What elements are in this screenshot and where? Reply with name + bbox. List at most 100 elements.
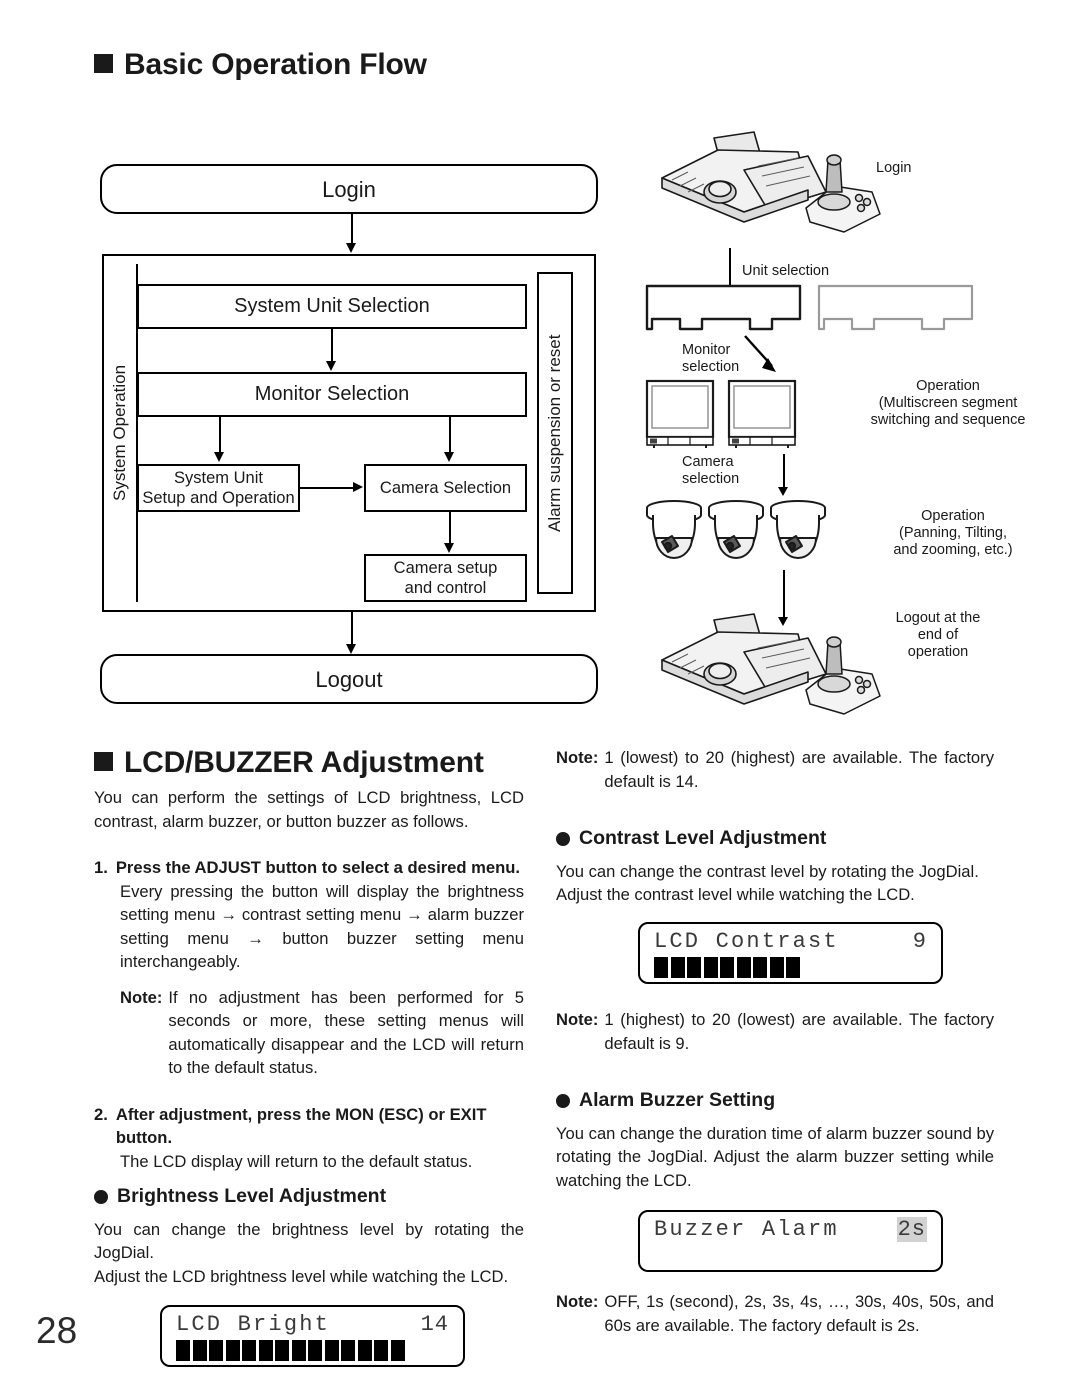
lcd-bar-segment: [275, 1340, 289, 1361]
operation-flow-diagram: Login System Operation Alarm suspension …: [100, 164, 605, 704]
lcd-level-bar-contrast: [640, 954, 941, 978]
lcd-level-bar-buzzer: [640, 1242, 941, 1245]
brightness-body-1: You can change the brightness level by r…: [94, 1219, 524, 1263]
page-number: 28: [36, 1310, 78, 1351]
lcd-bar-segment: [720, 957, 734, 978]
lcd-bar-segment: [654, 957, 668, 978]
system-controller-illustration: [661, 131, 881, 233]
step-2: 2. After adjustment, press the MON (ESC)…: [94, 1103, 524, 1150]
system-unit-illustration-secondary: [817, 284, 974, 331]
note-body: 1 (lowest) to 20 (highest) are available…: [604, 748, 994, 791]
heading-text: LCD/BUZZER Adjustment: [124, 746, 484, 779]
flow-node-monitor-selection: Monitor Selection: [137, 372, 527, 417]
bullet-dot-icon: [556, 831, 570, 846]
lcd-bar-segment: [736, 957, 751, 978]
manual-page: 28 Basic Operation Flow Login System Ope…: [0, 0, 1080, 1399]
brightness-section: Brightness Level Adjustment You can chan…: [94, 1185, 524, 1288]
lcd-bar-segment: [242, 1340, 256, 1361]
lcd-bar-segment: [341, 1340, 355, 1361]
lcd-bar-segment: [308, 1340, 322, 1361]
lcd-value-brightness: 14: [420, 1312, 449, 1337]
lcd-value-contrast: 9: [912, 929, 927, 954]
lcd-bar-segment: [209, 1340, 223, 1361]
lcd-bar-segment: [753, 957, 767, 978]
step-1-title: Press the ADJUST button to select a desi…: [115, 858, 521, 877]
lcd-label-brightness: LCD Bright: [176, 1312, 331, 1337]
flow-node-camera-selection: Camera Selection: [364, 464, 527, 512]
contrast-body-1: You can change the contrast level by rot…: [556, 861, 979, 881]
section-heading-basic-operation-flow: Basic Operation Flow: [94, 48, 427, 82]
lcd-display-buzzer: Buzzer Alarm 2s: [638, 1210, 943, 1272]
bullet-dot-icon: [556, 1093, 570, 1108]
lcd-level-bar-brightness: [162, 1337, 463, 1361]
lcd-bar-segment: [786, 957, 800, 978]
heading-text: Contrast Level Adjustment: [579, 827, 827, 849]
bullet-square-icon: [94, 54, 113, 73]
lcd-bar-segment: [258, 1340, 273, 1361]
lcd-bar-segment: [687, 957, 701, 978]
flow-arrow-login-to-system: [346, 214, 358, 254]
note-brightness-range: Note: 1 (lowest) to 20 (highest) are ava…: [556, 746, 994, 793]
lcd-bar-segment: [703, 957, 718, 978]
flow-node-login: Login: [100, 164, 598, 214]
step-1: 1. Press the ADJUST button to select a d…: [94, 856, 524, 880]
lcd-bar-segment: [324, 1340, 339, 1361]
illustration-label-unit-selection: Unit selection: [742, 263, 830, 279]
illustration-label-camera-selection: Camera selection: [682, 454, 740, 487]
note-body: OFF, 1s (second), 2s, 3s, 4s, …, 30s, 40…: [604, 1292, 994, 1335]
flow-arrow-setup-to-camera-selection: [300, 482, 364, 494]
illustration-label-login: Login: [876, 160, 912, 176]
heading-text: Alarm Buzzer Setting: [579, 1089, 776, 1111]
step-1-body: Every pressing the button will display t…: [120, 881, 524, 972]
flow-node-alarm-suspension: Alarm suspension or reset: [537, 272, 573, 594]
note-auto-dismiss: Note: If no adjustment has been performe…: [94, 986, 524, 1080]
flow-arrow-unit-to-monitor: [326, 329, 338, 373]
flow-node-system-unit-selection: System Unit Selection: [137, 284, 527, 329]
dome-camera-illustration-group: [646, 500, 826, 559]
flow-label-system-operation: System Operation: [110, 364, 129, 502]
monitor-illustration-2: [727, 379, 797, 448]
flow-arrow-camera-selection-to-setup: [444, 512, 456, 556]
lcd-bar-segment: [357, 1340, 372, 1361]
subsection-heading-brightness: Brightness Level Adjustment: [94, 1185, 524, 1209]
note-label: Note:: [120, 987, 163, 1007]
subsection-heading-contrast: Contrast Level Adjustment: [556, 827, 994, 851]
monitor-illustration-1: [645, 379, 715, 448]
illustration-label-logout: Logout at the end of operation: [895, 610, 981, 660]
flow-node-system-unit-setup-and-operation: System Unit Setup and Operation: [137, 464, 300, 512]
lcd-bar-segment: [192, 1340, 207, 1361]
flow-arrow-monitor-to-camera-selection: [444, 417, 456, 465]
illustration-label-operation-multiscreen: Operation (Multiscreen segment switching…: [870, 378, 1026, 428]
note-alarm-options: Note: OFF, 1s (second), 2s, 3s, 4s, …, 3…: [556, 1290, 994, 1337]
note-label: Note:: [556, 1010, 599, 1029]
lcd-bar-segment: [291, 1340, 306, 1361]
flow-arrow-monitor-to-unit-setup: [214, 417, 226, 465]
section-heading-lcd-buzzer-adjustment: LCD/BUZZER Adjustment: [94, 746, 484, 780]
lcd-bar-segment: [390, 1340, 405, 1361]
brightness-body-2: Adjust the LCD brightness level while wa…: [94, 1266, 509, 1286]
subsection-heading-alarm-buzzer: Alarm Buzzer Setting: [556, 1089, 994, 1113]
note-body: If no adjustment has been performed for …: [168, 987, 524, 1078]
bullet-dot-icon: [94, 1189, 108, 1204]
note-label: Note:: [556, 748, 599, 767]
alarm-buzzer-body: You can change the duration time of alar…: [556, 1123, 994, 1190]
lcd-intro-paragraph: You can perform the settings of LCD brig…: [94, 788, 524, 831]
equipment-illustration: Login Unit selection Monitor selection O…: [630, 120, 1050, 730]
heading-text: Basic Operation Flow: [124, 48, 427, 81]
flow-node-camera-setup-and-control: Camera setup and control: [364, 554, 527, 602]
flow-node-logout: Logout: [100, 654, 598, 704]
illustration-label-operation-ptz: Operation (Panning, Tilting, and zooming…: [893, 508, 1013, 558]
lcd-label-contrast: LCD Contrast: [654, 929, 839, 954]
lcd-bar-segment: [374, 1340, 388, 1361]
step-2-body: The LCD display will return to the defau…: [120, 1151, 473, 1171]
alarm-buzzer-section: Note: 1 (highest) to 20 (lowest) are ava…: [556, 1008, 994, 1192]
lcd-label-buzzer: Buzzer Alarm: [654, 1217, 839, 1242]
bullet-square-icon: [94, 752, 113, 771]
illustration-arrow-monitor-selection: [744, 335, 776, 372]
contrast-body-2: Adjust the contrast level while watching…: [556, 885, 915, 904]
heading-text: Brightness Level Adjustment: [117, 1185, 387, 1207]
system-unit-illustration-primary: [645, 284, 802, 331]
step-1-number: 1.: [94, 858, 108, 877]
step-2-title: After adjustment, press the MON (ESC) or…: [115, 1104, 487, 1148]
note-body: 1 (highest) to 20 (lowest) are available…: [604, 1010, 994, 1053]
